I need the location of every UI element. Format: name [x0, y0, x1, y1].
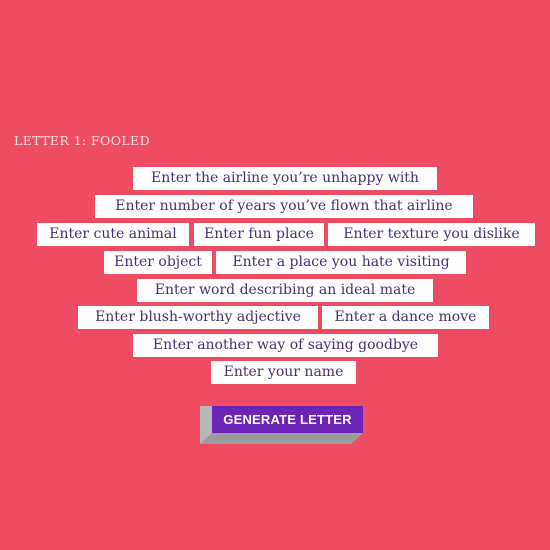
goodbye-input[interactable]: Enter another way of saying goodbye: [133, 334, 438, 357]
your-name-input[interactable]: Enter your name: [211, 361, 356, 384]
place-hate-input[interactable]: Enter a place you hate visiting: [216, 251, 466, 274]
object-input[interactable]: Enter object: [104, 251, 212, 274]
generate-letter-button[interactable]: GENERATE LETTER: [200, 406, 363, 444]
ideal-mate-word-input[interactable]: Enter word describing an ideal mate: [137, 279, 433, 302]
letter-title: LETTER 1: FOOLED: [14, 133, 150, 148]
blush-adjective-input[interactable]: Enter blush-worthy adjective: [78, 306, 318, 329]
texture-dislike-input[interactable]: Enter texture you dislike: [328, 223, 535, 246]
airline-input[interactable]: Enter the airline you’re unhappy with: [133, 167, 437, 190]
years-flown-input[interactable]: Enter number of years you’ve flown that …: [95, 195, 473, 218]
fun-place-input[interactable]: Enter fun place: [194, 223, 324, 246]
generate-letter-label[interactable]: GENERATE LETTER: [212, 406, 363, 433]
dance-move-input[interactable]: Enter a dance move: [322, 306, 489, 329]
cute-animal-input[interactable]: Enter cute animal: [37, 223, 189, 246]
